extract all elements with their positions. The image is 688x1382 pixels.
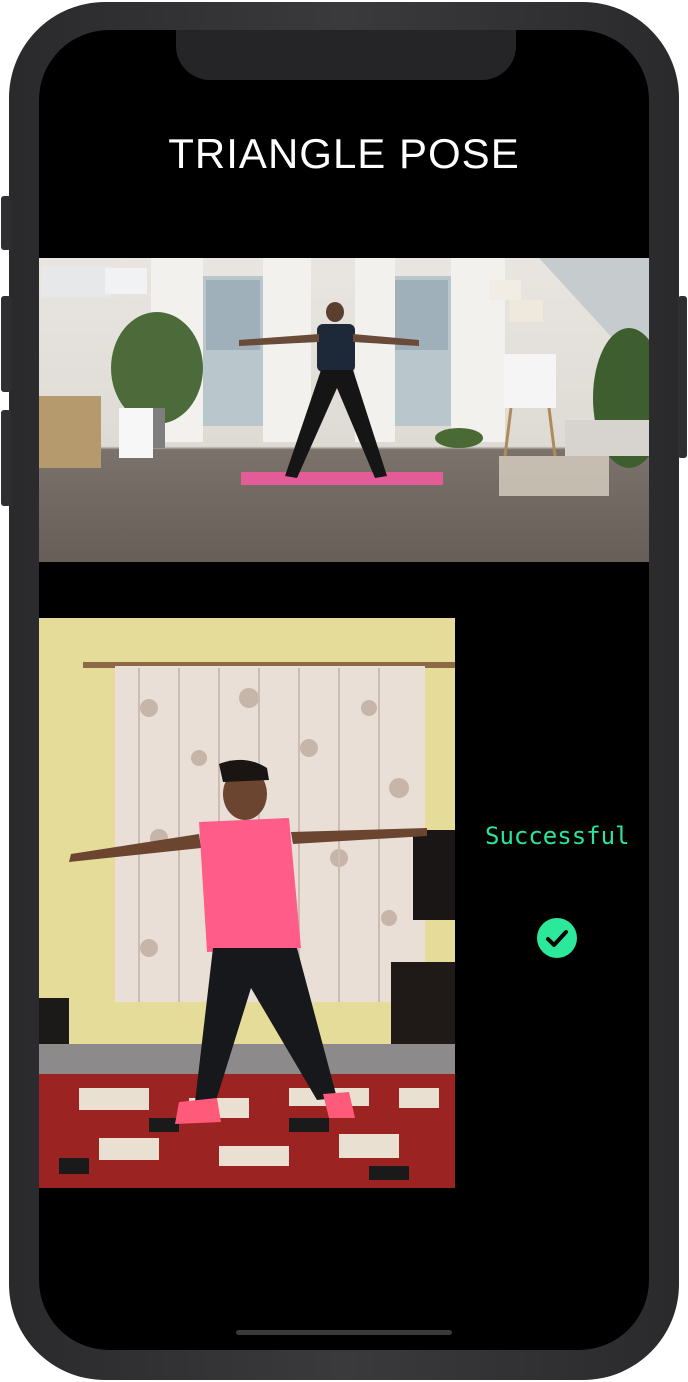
instructor-scene bbox=[39, 258, 649, 496]
volume-down-button bbox=[1, 410, 11, 506]
reference-video[interactable] bbox=[39, 258, 649, 562]
mute-switch bbox=[1, 196, 11, 250]
check-circle-icon bbox=[537, 918, 577, 958]
app-screen: TRIANGLE POSE Successful bbox=[39, 30, 649, 1350]
user-scene bbox=[39, 662, 455, 1188]
volume-up-button bbox=[1, 296, 11, 392]
home-indicator[interactable] bbox=[236, 1330, 452, 1335]
power-button bbox=[678, 296, 687, 458]
pose-status: Successful bbox=[485, 822, 630, 850]
pose-title: TRIANGLE POSE bbox=[168, 130, 520, 177]
camera-feed bbox=[39, 618, 455, 1188]
notch bbox=[176, 30, 516, 80]
